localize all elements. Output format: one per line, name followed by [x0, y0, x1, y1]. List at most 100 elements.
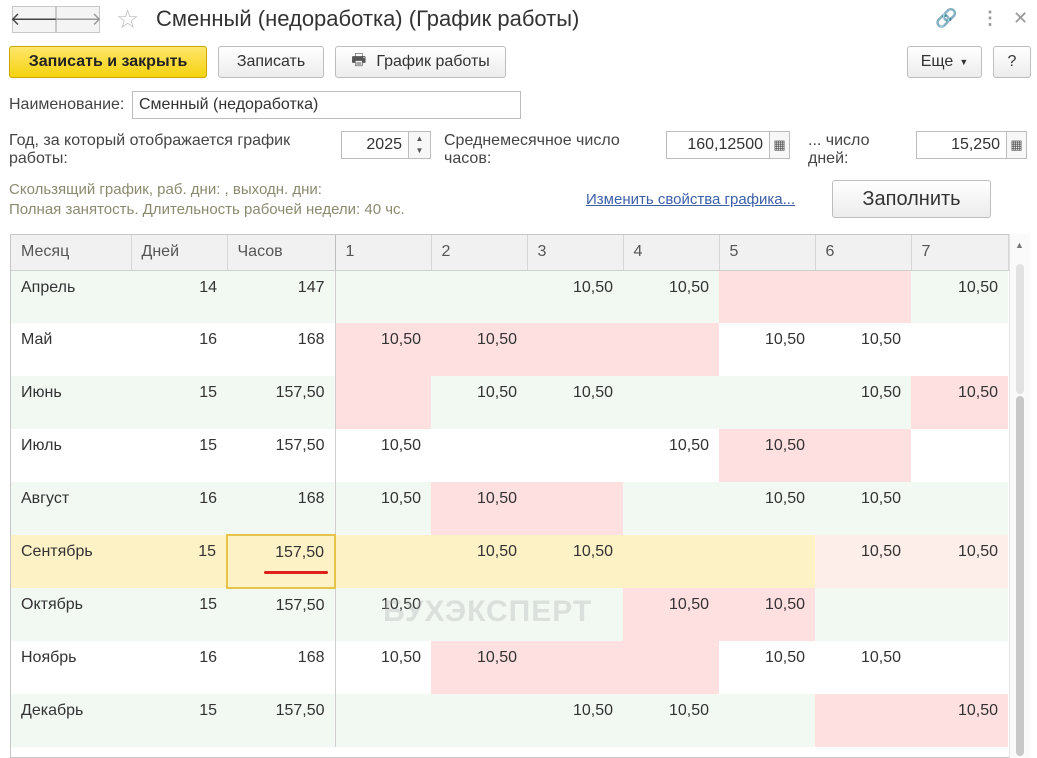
year-stepper[interactable]: ▲ ▼ — [409, 131, 431, 159]
favorite-star-icon[interactable]: ☆ — [116, 4, 139, 35]
day-cell[interactable] — [719, 535, 815, 588]
day-cell[interactable]: 10,50 — [527, 270, 623, 323]
day-cell[interactable] — [527, 482, 623, 535]
table-row[interactable]: Май 16 168 10,50 10,50 10,50 10,50 — [11, 323, 1008, 376]
hours-cell[interactable]: 147 — [227, 270, 336, 323]
column-header[interactable]: Дней — [131, 235, 228, 271]
month-cell[interactable]: Апрель — [11, 270, 131, 323]
day-cell[interactable] — [815, 270, 911, 323]
table-row[interactable]: Декабрь 15 157,50 10,50 10,50 10,50 — [11, 694, 1008, 747]
fill-button[interactable]: Заполнить — [832, 180, 991, 218]
days-cell[interactable]: 16 — [131, 641, 227, 694]
days-cell[interactable]: 15 — [131, 376, 227, 429]
save-button[interactable]: Записать — [218, 46, 324, 78]
day-cell[interactable]: 10,50 — [431, 535, 527, 588]
day-cell[interactable] — [527, 323, 623, 376]
hours-cell[interactable]: 168 — [227, 323, 336, 376]
link-icon[interactable]: 🔗 — [935, 8, 957, 29]
day-cell[interactable] — [335, 694, 431, 747]
day-cell[interactable]: 10,50 — [335, 482, 431, 535]
table-row[interactable]: Ноябрь 16 168 10,50 10,50 10,50 10,50 — [11, 641, 1008, 694]
table-row[interactable]: Июнь 15 157,50 10,50 10,50 10,50 10,50 — [11, 376, 1008, 429]
day-cell[interactable]: 10,50 — [911, 535, 1008, 588]
name-field[interactable]: Сменный (недоработка) — [132, 91, 521, 119]
month-cell[interactable]: Октябрь — [11, 588, 131, 641]
avg-hours-field[interactable]: 160,12500 — [666, 131, 770, 159]
close-icon[interactable]: ✕ — [1013, 8, 1028, 29]
calculator-icon[interactable]: ▦ — [770, 131, 790, 159]
day-cell[interactable]: 10,50 — [911, 694, 1008, 747]
day-cell[interactable] — [815, 588, 911, 641]
day-cell[interactable] — [623, 641, 719, 694]
day-cell[interactable]: 10,50 — [623, 694, 719, 747]
help-button[interactable]: ? — [993, 46, 1031, 78]
day-cell[interactable]: 10,50 — [815, 376, 911, 429]
day-cell[interactable] — [335, 270, 431, 323]
year-field[interactable]: 2025 — [341, 131, 409, 159]
day-cell[interactable]: 10,50 — [527, 535, 623, 588]
more-button[interactable]: Еще ▼ — [907, 46, 982, 78]
month-cell[interactable]: Май — [11, 323, 131, 376]
day-cell[interactable]: 10,50 — [719, 641, 815, 694]
column-header[interactable]: 6 — [815, 235, 912, 271]
days-cell[interactable]: 16 — [131, 482, 227, 535]
day-cell[interactable]: 10,50 — [719, 588, 815, 641]
table-row[interactable]: Сентябрь 15 157,50 10,50 10,50 10,50 10,50 — [11, 534, 1008, 589]
day-cell[interactable] — [623, 482, 719, 535]
hours-cell[interactable]: 168 — [227, 641, 336, 694]
month-cell[interactable]: Июль — [11, 429, 131, 482]
day-cell[interactable]: 10,50 — [815, 535, 911, 588]
day-cell[interactable] — [623, 535, 719, 588]
days-cell[interactable]: 16 — [131, 323, 227, 376]
day-cell[interactable]: 10,50 — [911, 376, 1008, 429]
month-cell[interactable]: Сентябрь — [11, 535, 131, 588]
day-cell[interactable] — [911, 641, 1008, 694]
day-cell[interactable]: 10,50 — [623, 588, 719, 641]
save-and-close-button[interactable]: Записать и закрыть — [9, 46, 207, 78]
day-cell[interactable] — [911, 482, 1008, 535]
day-cell[interactable]: 10,50 — [431, 482, 527, 535]
days-cell[interactable]: 15 — [131, 694, 227, 747]
column-header[interactable]: Часов — [227, 235, 336, 271]
day-cell[interactable]: 10,50 — [623, 429, 719, 482]
day-cell[interactable] — [911, 323, 1008, 376]
day-cell[interactable] — [719, 694, 815, 747]
chevron-up-icon[interactable]: ▲ — [416, 133, 424, 145]
calculator-icon[interactable]: ▦ — [1007, 131, 1027, 159]
day-cell[interactable] — [623, 376, 719, 429]
month-cell[interactable]: Декабрь — [11, 694, 131, 747]
day-cell[interactable] — [719, 270, 815, 323]
day-cell[interactable]: 10,50 — [431, 641, 527, 694]
day-cell[interactable]: 10,50 — [815, 641, 911, 694]
day-cell[interactable] — [335, 376, 431, 429]
day-cell[interactable]: 10,50 — [431, 323, 527, 376]
day-cell[interactable] — [623, 323, 719, 376]
day-cell[interactable] — [815, 429, 911, 482]
days-cell[interactable]: 15 — [131, 429, 227, 482]
day-cell[interactable]: 10,50 — [719, 429, 815, 482]
day-cell[interactable] — [911, 429, 1008, 482]
table-row[interactable]: Апрель 14 147 10,50 10,50 10,50 — [11, 270, 1008, 323]
day-cell[interactable] — [335, 535, 431, 588]
hours-cell[interactable]: 157,50 — [227, 694, 336, 747]
day-cell[interactable] — [815, 694, 911, 747]
column-header[interactable]: 1 — [335, 235, 432, 271]
days-cell[interactable]: 14 — [131, 270, 227, 323]
hours-cell[interactable]: 157,50 — [227, 588, 336, 641]
hours-cell[interactable]: 157,50 — [227, 429, 336, 482]
column-header[interactable]: 7 — [911, 235, 1009, 271]
chevron-down-icon[interactable]: ▼ — [416, 145, 424, 157]
day-cell[interactable] — [431, 429, 527, 482]
day-cell[interactable] — [719, 376, 815, 429]
day-cell[interactable] — [431, 694, 527, 747]
schedule-print-button[interactable]: 🖶 График работы — [335, 46, 506, 78]
month-cell[interactable]: Ноябрь — [11, 641, 131, 694]
day-cell[interactable]: 10,50 — [911, 270, 1008, 323]
day-cell[interactable]: 10,50 — [335, 323, 431, 376]
table-row[interactable]: Июль 15 157,50 10,50 10,50 10,50 — [11, 429, 1008, 482]
day-cell[interactable]: 10,50 — [431, 376, 527, 429]
day-cell[interactable]: 10,50 — [719, 323, 815, 376]
day-cell[interactable] — [431, 270, 527, 323]
scrollbar-thumb[interactable] — [1016, 396, 1024, 756]
day-cell[interactable]: 10,50 — [623, 270, 719, 323]
